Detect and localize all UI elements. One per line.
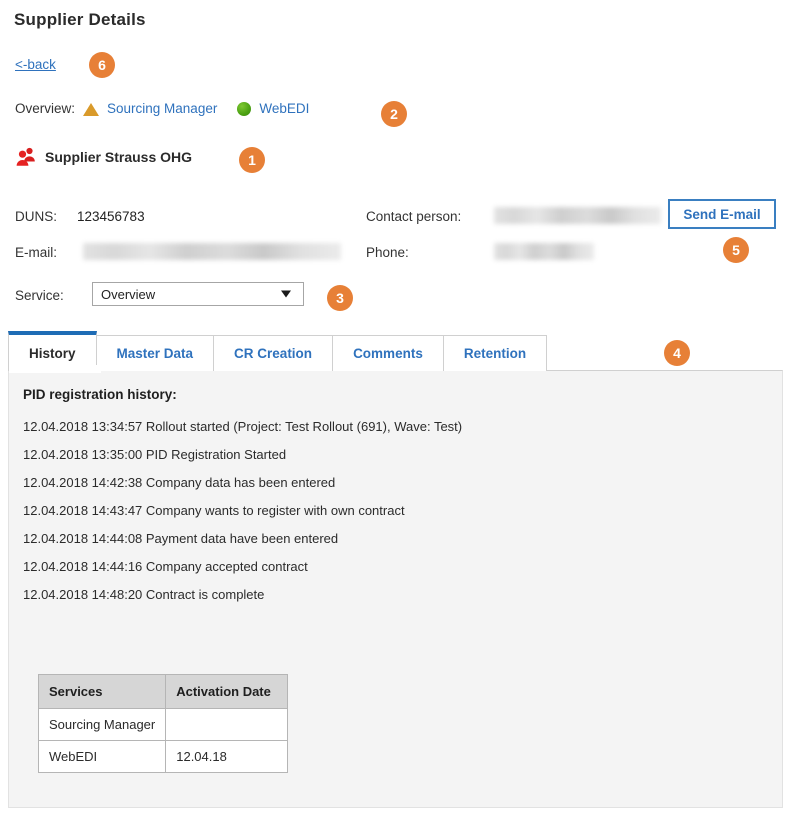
cell-activation-date	[165, 708, 289, 741]
service-select[interactable]: Overview	[92, 282, 304, 306]
duns-label: DUNS:	[15, 209, 58, 224]
tab-active-connector	[9, 365, 101, 373]
phone-value-redacted	[494, 243, 594, 260]
overview-label: Overview:	[15, 101, 76, 116]
triangle-warning-icon	[83, 102, 100, 116]
supplier-name: Supplier Strauss OHG	[45, 149, 193, 165]
callout-badge-2: 2	[381, 101, 407, 127]
supplier-details-page: Supplier Details <-back 6 Overview: Sour…	[0, 0, 791, 820]
tab-cr-creation[interactable]: CR Creation	[213, 335, 334, 371]
callout-badge-4: 4	[664, 340, 690, 366]
service-label: Service:	[15, 288, 64, 303]
list-item: 12.04.2018 14:43:47 Company wants to reg…	[23, 503, 405, 518]
list-item: 12.04.2018 14:44:16 Company accepted con…	[23, 559, 308, 574]
services-table: Services Activation Date Sourcing Manage…	[37, 674, 289, 773]
supplier-row: Supplier Strauss OHG	[15, 147, 192, 167]
callout-badge-1: 1	[239, 147, 265, 173]
service-select-value: Overview	[101, 286, 156, 302]
column-header-activation-date: Activation Date	[165, 674, 289, 709]
chevron-down-icon	[281, 290, 291, 298]
overview-item-webedi[interactable]: WebEDI	[237, 101, 309, 116]
table-header-row: Services Activation Date	[37, 674, 289, 709]
cell-activation-date: 12.04.18	[165, 740, 289, 773]
send-email-button[interactable]: Send E-mail	[668, 199, 776, 229]
phone-label: Phone:	[366, 245, 409, 260]
email-label: E-mail:	[15, 245, 58, 260]
overview-item-sourcing-manager[interactable]: Sourcing Manager	[83, 101, 217, 116]
list-item: 12.04.2018 14:44:08 Payment data have be…	[23, 531, 339, 546]
contact-person-value-redacted	[494, 207, 661, 224]
list-item: 12.04.2018 14:48:20 Contract is complete	[23, 587, 265, 602]
tab-comments[interactable]: Comments	[332, 335, 444, 371]
list-item: 12.04.2018 13:35:00 PID Registration Sta…	[23, 447, 287, 462]
duns-value: 123456783	[77, 209, 145, 224]
table-row: WebEDI 12.04.18	[37, 740, 289, 773]
cell-service: Sourcing Manager	[37, 708, 167, 741]
overview-link-webedi[interactable]: WebEDI	[259, 101, 309, 116]
overview-row: Overview: Sourcing Manager WebEDI	[15, 101, 329, 116]
history-list: 12.04.2018 13:34:57 Rollout started (Pro…	[23, 413, 462, 609]
table-row: Sourcing Manager	[37, 708, 289, 741]
tab-content-panel: PID registration history: 12.04.2018 13:…	[8, 370, 783, 808]
circle-green-icon	[237, 101, 252, 116]
page-title: Supplier Details	[14, 10, 146, 29]
tab-retention[interactable]: Retention	[442, 335, 548, 371]
list-item: 12.04.2018 14:42:38 Company data has bee…	[23, 475, 336, 490]
column-header-services: Services	[37, 674, 167, 709]
history-section-title: PID registration history:	[23, 387, 177, 402]
callout-badge-6: 6	[89, 52, 115, 78]
cell-service: WebEDI	[37, 740, 167, 773]
people-icon	[15, 147, 37, 167]
contact-person-label: Contact person:	[366, 209, 462, 224]
callout-badge-3: 3	[327, 285, 353, 311]
overview-link-sourcing-manager[interactable]: Sourcing Manager	[107, 101, 217, 116]
list-item: 12.04.2018 13:34:57 Rollout started (Pro…	[23, 419, 463, 434]
email-value-redacted	[83, 243, 341, 260]
back-link[interactable]: <-back	[15, 57, 56, 72]
tab-master-data[interactable]: Master Data	[95, 335, 215, 371]
callout-badge-5: 5	[723, 237, 749, 263]
